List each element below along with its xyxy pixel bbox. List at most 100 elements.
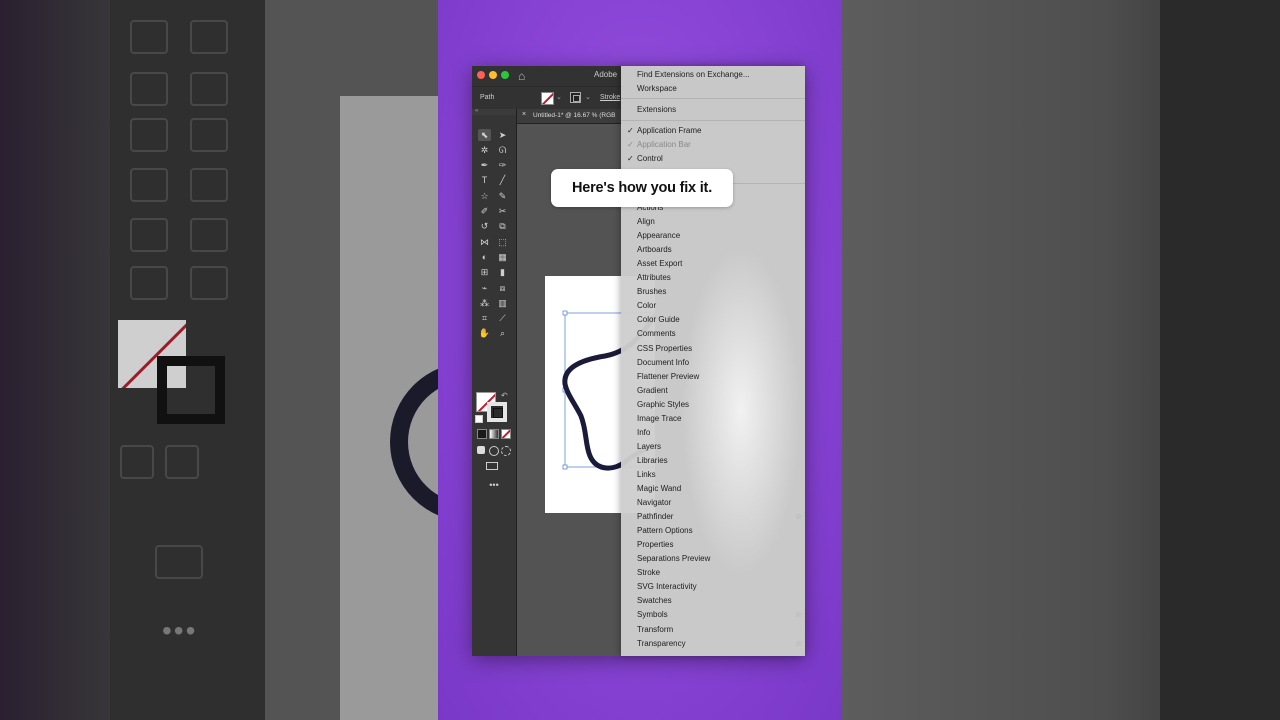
menu-item-brushes[interactable]: Brushes bbox=[637, 287, 666, 297]
menu-item-appearance[interactable]: Appearance bbox=[637, 231, 680, 241]
menu-item-pattern-options[interactable]: Pattern Options bbox=[637, 526, 693, 536]
stroke-panel-link[interactable]: Stroke bbox=[600, 94, 620, 101]
stroke-color-swatch[interactable] bbox=[570, 92, 581, 103]
selection-handle[interactable] bbox=[562, 310, 568, 316]
menu-item-layers[interactable]: Layers bbox=[637, 442, 661, 452]
type-tool-icon[interactable]: T bbox=[478, 175, 491, 187]
menu-item-css-properties[interactable]: CSS Properties bbox=[637, 344, 692, 354]
menu-item-gradient[interactable]: Gradient bbox=[637, 386, 668, 396]
menu-item-graphic-styles[interactable]: Graphic Styles bbox=[637, 400, 689, 410]
magic-wand-tool-icon[interactable]: ✲ bbox=[478, 144, 491, 156]
home-icon[interactable]: ⌂ bbox=[518, 69, 525, 83]
pen-tool-icon[interactable]: ✒ bbox=[478, 160, 491, 172]
mesh-tool-icon[interactable]: ⊞ bbox=[478, 267, 491, 279]
menu-item-control[interactable]: Control bbox=[637, 154, 663, 164]
rotate-tool-icon[interactable]: ↺ bbox=[478, 221, 491, 233]
selection-type-label: Path bbox=[480, 94, 495, 101]
tools-panel: « ↶ ••• ⬉ ➤ ✲ ᘏ ✒ ✑ T ╱ ☆ ✎ ✐ ✂ ↺ ⧉ ⋈ ⬚ ◐ ▦ ⊞ ▮ ⌁ ⧈ ⁂ ▥ ⌗ ⟋ ✋ ⌕ bbox=[472, 108, 517, 656]
blurred-tool-icon bbox=[190, 218, 228, 252]
menu-item-transparency[interactable]: Transparency bbox=[637, 639, 686, 649]
menu-item-properties[interactable]: Properties bbox=[637, 540, 673, 550]
menu-item-find-extensions[interactable]: Find Extensions on Exchange... bbox=[637, 70, 750, 80]
menu-item-info[interactable]: Info bbox=[637, 428, 650, 438]
menu-item-attributes[interactable]: Attributes bbox=[637, 273, 671, 283]
menu-item-comments[interactable]: Comments bbox=[637, 329, 676, 339]
menu-item-libraries[interactable]: Libraries bbox=[637, 456, 668, 466]
window-menu-dropdown: Find Extensions on Exchange... Workspace E… bbox=[621, 66, 805, 656]
menu-item-pathfinder[interactable]: Pathfinder bbox=[637, 512, 673, 522]
menu-item-separations-preview[interactable]: Separations Preview bbox=[637, 554, 710, 564]
draw-normal-icon[interactable] bbox=[477, 446, 485, 454]
curvature-tool-icon[interactable]: ✑ bbox=[496, 160, 509, 172]
color-mode-icon[interactable] bbox=[477, 429, 487, 439]
more-tools-icon[interactable]: ••• bbox=[487, 479, 501, 491]
menu-item-links[interactable]: Links bbox=[637, 470, 656, 480]
perspective-grid-tool-icon[interactable]: ▦ bbox=[496, 251, 509, 263]
screen-mode-icon[interactable] bbox=[486, 462, 498, 470]
menu-item-workspace[interactable]: Workspace bbox=[637, 84, 677, 94]
gradient-tool-icon[interactable]: ▮ bbox=[496, 267, 509, 279]
none-mode-icon[interactable] bbox=[501, 429, 511, 439]
menu-item-color-guide[interactable]: Color Guide bbox=[637, 315, 680, 325]
menu-item-document-info[interactable]: Document Info bbox=[637, 358, 689, 368]
menu-item-image-trace[interactable]: Image Trace bbox=[637, 414, 681, 424]
shape-builder-tool-icon[interactable]: ◐ bbox=[478, 251, 491, 263]
menu-item-symbols[interactable]: Symbols bbox=[637, 610, 668, 620]
lasso-tool-icon[interactable]: ᘏ bbox=[496, 144, 509, 156]
menu-item-application-frame[interactable]: Application Frame bbox=[637, 126, 701, 136]
star-tool-icon[interactable]: ☆ bbox=[478, 190, 491, 202]
menu-item-asset-export[interactable]: Asset Export bbox=[637, 259, 682, 269]
close-window-button[interactable] bbox=[477, 71, 485, 79]
menu-item-align[interactable]: Align bbox=[637, 217, 655, 227]
menu-item-svg-interactivity[interactable]: SVG Interactivity bbox=[637, 582, 697, 592]
chevron-down-icon[interactable]: ⌄ bbox=[585, 93, 591, 101]
menu-item-extensions[interactable]: Extensions bbox=[637, 105, 676, 115]
symbol-sprayer-tool-icon[interactable]: ⁂ bbox=[478, 297, 491, 309]
blurred-more-tools-icon: ••• bbox=[162, 615, 198, 646]
stroke-swatch[interactable] bbox=[487, 402, 507, 422]
maximize-window-button[interactable] bbox=[501, 71, 509, 79]
direct-selection-tool-icon[interactable]: ➤ bbox=[496, 129, 509, 141]
blurred-tool-icon bbox=[165, 445, 199, 479]
scissors-tool-icon[interactable]: ✂ bbox=[496, 206, 509, 218]
column-graph-tool-icon[interactable]: ▥ bbox=[496, 297, 509, 309]
swap-fill-stroke-icon[interactable]: ↶ bbox=[501, 391, 508, 400]
eyedropper-tool-icon[interactable]: ⌁ bbox=[478, 282, 491, 294]
menu-item-stroke[interactable]: Stroke bbox=[637, 568, 660, 578]
slice-tool-icon[interactable]: ⟋ bbox=[496, 313, 509, 325]
draw-behind-icon[interactable] bbox=[489, 446, 499, 456]
menu-item-swatches[interactable]: Swatches bbox=[637, 596, 672, 606]
collapse-icon[interactable]: « bbox=[475, 108, 478, 114]
favorite-star-icon[interactable]: ☆ bbox=[795, 610, 802, 620]
checkmark-icon: ✓ bbox=[627, 154, 634, 163]
chevron-down-icon[interactable]: ⌄ bbox=[556, 93, 562, 101]
minimize-window-button[interactable] bbox=[489, 71, 497, 79]
zoom-tool-icon[interactable]: ⌕ bbox=[496, 328, 509, 340]
favorite-star-icon[interactable]: ☆ bbox=[795, 639, 802, 649]
tools-panel-grip[interactable]: « bbox=[472, 108, 516, 115]
width-tool-icon[interactable]: ⋈ bbox=[478, 236, 491, 248]
free-transform-tool-icon[interactable]: ⬚ bbox=[496, 236, 509, 248]
paintbrush-tool-icon[interactable]: ✎ bbox=[496, 190, 509, 202]
menu-item-magic-wand[interactable]: Magic Wand bbox=[637, 484, 681, 494]
blurred-tool-icon bbox=[130, 168, 168, 202]
gradient-mode-icon[interactable] bbox=[489, 429, 499, 439]
menu-item-flattener-preview[interactable]: Flattener Preview bbox=[637, 372, 699, 382]
menu-item-artboards[interactable]: Artboards bbox=[637, 245, 672, 255]
blend-tool-icon[interactable]: ⧈ bbox=[496, 282, 509, 294]
menu-item-navigator[interactable]: Navigator bbox=[637, 498, 671, 508]
draw-inside-icon[interactable] bbox=[501, 446, 511, 456]
hand-tool-icon[interactable]: ✋ bbox=[478, 328, 491, 340]
selection-handle[interactable] bbox=[562, 464, 568, 470]
menu-item-color[interactable]: Color bbox=[637, 301, 656, 311]
artboard-tool-icon[interactable]: ⌗ bbox=[478, 313, 491, 325]
line-tool-icon[interactable]: ╱ bbox=[496, 175, 509, 187]
fill-color-swatch[interactable] bbox=[541, 92, 554, 105]
scale-tool-icon[interactable]: ⧉ bbox=[496, 221, 509, 233]
close-tab-icon[interactable]: × bbox=[522, 111, 526, 118]
favorite-star-icon[interactable]: ☆ bbox=[795, 512, 802, 522]
shaper-tool-icon[interactable]: ✐ bbox=[478, 206, 491, 218]
menu-item-transform[interactable]: Transform bbox=[637, 625, 673, 635]
selection-tool-icon[interactable]: ⬉ bbox=[478, 129, 491, 141]
default-colors-icon[interactable] bbox=[475, 415, 483, 423]
